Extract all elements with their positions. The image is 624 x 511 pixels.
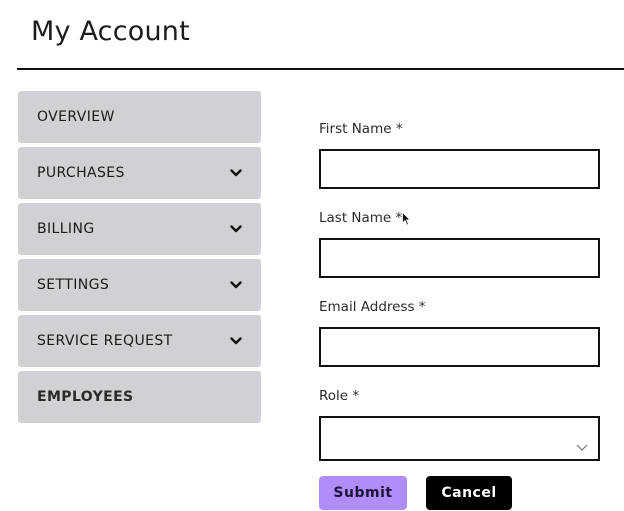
chevron-down-icon[interactable] (229, 168, 243, 178)
sidebar-item-employees[interactable]: EMPLOYEES (18, 371, 261, 423)
submit-button[interactable]: Submit (319, 476, 407, 510)
first-name-input[interactable] (319, 149, 600, 189)
sidebar-item-service-request[interactable]: SERVICE REQUEST (18, 315, 261, 367)
page-title: My Account (31, 16, 190, 47)
sidebar-item-settings[interactable]: SETTINGS (18, 259, 261, 311)
sidebar-item-label: SERVICE REQUEST (37, 333, 173, 349)
last-name-label: Last Name * (319, 210, 403, 226)
last-name-input[interactable] (319, 238, 600, 278)
sidebar-nav: OVERVIEW PURCHASES BILLING SETTINGS SERV… (18, 91, 261, 427)
sidebar-item-label: PURCHASES (37, 165, 125, 181)
sidebar-item-label: SETTINGS (37, 277, 110, 293)
form-actions: Submit Cancel (319, 476, 600, 510)
sidebar-item-overview[interactable]: OVERVIEW (18, 91, 261, 143)
chevron-down-icon[interactable] (229, 280, 243, 290)
chevron-down-icon[interactable] (229, 224, 243, 234)
sidebar-item-label: OVERVIEW (37, 109, 115, 125)
email-label: Email Address * (319, 299, 426, 315)
sidebar-item-purchases[interactable]: PURCHASES (18, 147, 261, 199)
header-divider (17, 68, 624, 70)
role-select-box[interactable] (319, 416, 600, 461)
role-label: Role * (319, 388, 360, 404)
chevron-down-icon (576, 436, 588, 455)
sidebar-item-billing[interactable]: BILLING (18, 203, 261, 255)
email-input[interactable] (319, 327, 600, 367)
sidebar-item-label: EMPLOYEES (37, 389, 134, 405)
role-select[interactable] (319, 416, 600, 461)
mouse-cursor-icon (402, 211, 411, 230)
cancel-button[interactable]: Cancel (426, 476, 512, 510)
first-name-label: First Name * (319, 121, 403, 137)
add-employee-form: First Name * Last Name * Email Address *… (319, 120, 600, 510)
chevron-down-icon[interactable] (229, 336, 243, 346)
sidebar-item-label: BILLING (37, 221, 95, 237)
